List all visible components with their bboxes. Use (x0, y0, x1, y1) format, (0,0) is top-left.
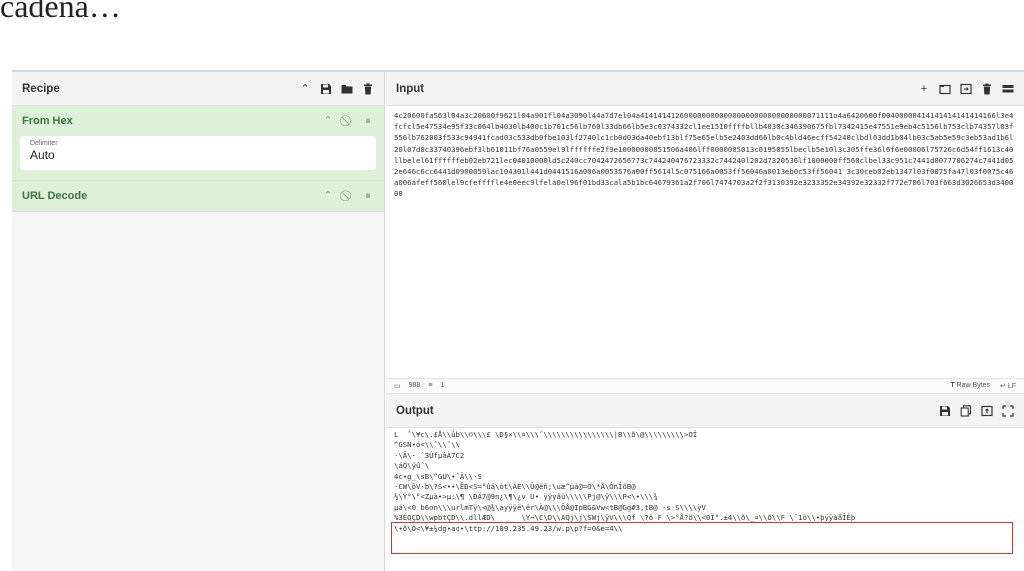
output-line: L ˆ\¥c\.£Å\\ûb\\©\\\£ \D§×\\¤\\\ˆ\\\\\\\… (394, 430, 698, 439)
breakpoint-icon[interactable]: ⏸ (362, 190, 374, 202)
output-line: µá\<0 b6on\\\urlmTÿ\<@¾\ayÿÿë\ër\À@\\\ÕÅ… (394, 502, 706, 512)
delimiter-field[interactable]: Delimiter Auto (20, 136, 376, 170)
layout-icon[interactable] (1002, 83, 1014, 95)
chevron-up-icon[interactable]: ⌃ (322, 190, 334, 202)
replace-input-icon[interactable] (981, 405, 993, 417)
operation-name: URL Decode (22, 190, 88, 202)
raw-bytes-label: Raw Bytes (956, 382, 991, 389)
output-header: Output (386, 394, 1024, 428)
output-text[interactable]: L ˆ\¥c\.£Å\\ûb\\©\\\£ \D§×\\¤\\\ˆ\\\\\\\… (386, 428, 1024, 534)
operation-url-decode[interactable]: URL Decode ⌃ ⃠ ⏸ (12, 181, 384, 212)
save-icon[interactable] (320, 83, 332, 95)
encoding-button[interactable]: T Raw Bytes (950, 382, 990, 390)
breakpoint-icon[interactable]: ⏸ (362, 115, 374, 127)
recipe-header: Recipe ⌃ (12, 72, 384, 106)
copy-icon[interactable] (960, 404, 972, 417)
input-title: Input (396, 82, 425, 95)
delimiter-value[interactable]: Auto (30, 148, 366, 162)
output-line: \áQ\ÿûˆ\ (394, 461, 430, 471)
maximize-icon[interactable] (1002, 404, 1014, 417)
disable-icon[interactable]: ⃠ (342, 115, 354, 127)
output-line: ^GSN•ó<\\ˆ\\ˆ\\ (394, 440, 460, 450)
lines-icon: ≡ (428, 382, 433, 389)
output-panel: Output L ˆ\¥c\.£Å\\ûb\\©\\\£ \D§×\\¤\\\ˆ… (386, 394, 1024, 571)
document-heading: cadena… (0, 0, 121, 24)
folder-icon[interactable] (341, 83, 353, 95)
trash-icon[interactable] (981, 83, 993, 95)
disable-icon[interactable]: ⃠ (342, 190, 354, 202)
chevron-up-icon[interactable]: ⌃ (322, 115, 334, 127)
eol-button[interactable]: ↵ LF (1000, 382, 1016, 390)
input-header: Input + (386, 72, 1024, 106)
delimiter-label: Delimiter (30, 140, 58, 147)
length-icon: ▭ (394, 383, 401, 390)
open-folder-icon[interactable] (939, 83, 951, 95)
output-line: ·\Ã\· ˆ3ÛfµâÀ7C2 (394, 450, 465, 460)
input-lines: 1 (440, 382, 445, 389)
recipe-title: Recipe (22, 82, 60, 95)
recipe-panel: Recipe ⌃ From Hex ⌃ ⃠ ⏸ (12, 72, 385, 571)
open-file-icon[interactable] (960, 83, 972, 95)
add-tab-icon[interactable]: + (918, 83, 930, 95)
collapse-all-icon[interactable]: ⌃ (299, 83, 311, 95)
cyberchef-window: Recipe ⌃ From Hex ⌃ ⃠ ⏸ (12, 70, 1024, 571)
input-textarea[interactable]: 4c20600fa563l04a3c20600f9621l04a901fl04a… (386, 106, 1024, 204)
output-line: ·CW\õV·b\?S<••\ÊÐ<S=°ûá\òt\ÁE\\Û@ëñ;\uæ^… (394, 482, 636, 492)
save-icon[interactable] (939, 405, 951, 417)
output-title: Output (396, 404, 434, 417)
operation-name: From Hex (22, 115, 73, 127)
trash-icon[interactable] (362, 83, 374, 95)
input-length: 988 (408, 382, 421, 389)
input-panel: Input + 4c20600fa563l04a3c20600f9621l04a… (386, 72, 1024, 378)
eol-label: LF (1007, 383, 1016, 390)
url-highlight-box (391, 522, 1013, 554)
output-line: 4c•g_\sB\^GU\•ˆÄ\\·S (394, 471, 482, 481)
input-status-bar: ▭ 988 ≡ 1 T Raw Bytes ↵ LF (386, 378, 1024, 394)
output-line: ½\Ý°\°<Zµà•>µ:\¶ \ÐÄ7@9n¿\¶\¿v U• ÿÿyâü\… (394, 492, 658, 502)
operation-from-hex[interactable]: From Hex ⌃ ⃠ ⏸ Delimiter Auto (12, 106, 384, 181)
